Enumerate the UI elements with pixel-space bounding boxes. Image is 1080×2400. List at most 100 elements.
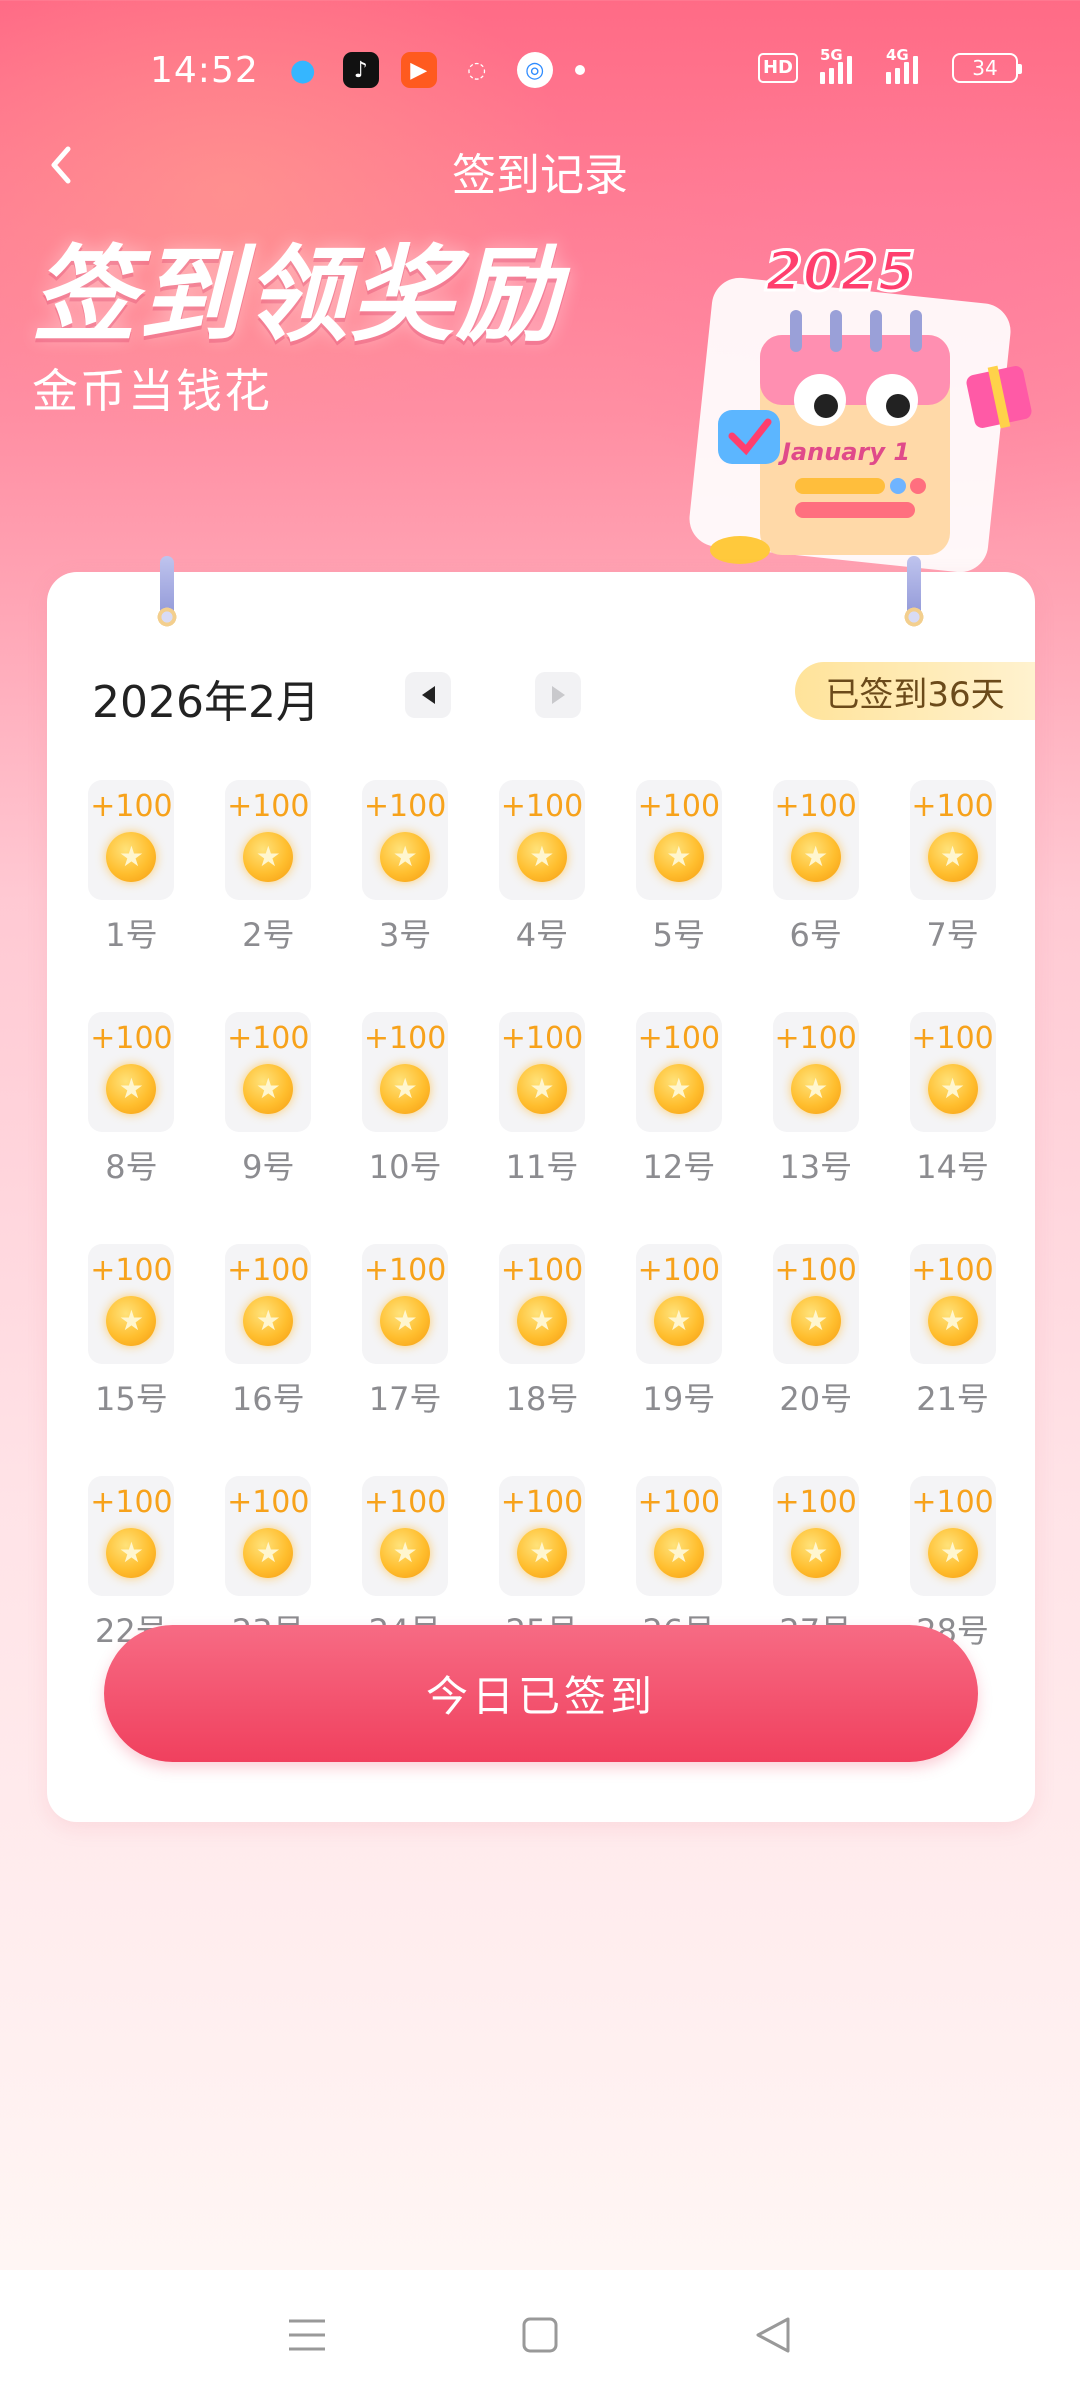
day-reward-box: +100 ★	[909, 1244, 996, 1364]
coin-icon: ★	[653, 832, 704, 882]
day-cell[interactable]: +100 ★ 4号	[474, 780, 611, 956]
reward-amount: +100	[227, 1021, 310, 1056]
day-reward-box: +100 ★	[772, 1476, 859, 1596]
hero-title: 签到领奖励	[32, 234, 563, 356]
reward-amount: +100	[227, 1253, 310, 1288]
day-cell[interactable]: +100 ★ 6号	[747, 780, 884, 956]
day-cell[interactable]: +100 ★ 2号	[200, 780, 337, 956]
reward-amount: +100	[774, 1485, 857, 1520]
reward-amount: +100	[774, 1253, 857, 1288]
menu-button[interactable]	[277, 2305, 337, 2365]
top-nav: 签到记录	[0, 125, 1080, 205]
coin-icon: ★	[106, 832, 157, 882]
reward-amount: +100	[90, 1021, 173, 1056]
day-cell[interactable]: +100 ★ 11号	[474, 1012, 611, 1188]
coin-icon: ★	[380, 1528, 431, 1578]
day-reward-box: +100 ★	[909, 1476, 996, 1596]
day-label: 9号	[242, 1148, 295, 1186]
day-label: 11号	[505, 1148, 579, 1186]
kuaishou-icon: ▶	[400, 52, 437, 88]
caret-right-icon	[551, 686, 565, 704]
status-bar: 14:52 ● ♪ ▶ ◌ ◎ HD 5G 4G 34	[0, 0, 1080, 140]
day-label: 21号	[916, 1380, 989, 1418]
day-cell[interactable]: +100 ★ 9号	[200, 1012, 337, 1188]
day-cell[interactable]: +100 ★ 5号	[610, 780, 747, 956]
coin-icon: ★	[653, 1296, 704, 1346]
back-nav-button[interactable]	[743, 2305, 803, 2365]
page-title: 签到记录	[452, 150, 628, 201]
coin-icon: ★	[516, 832, 567, 882]
reward-amount: +100	[227, 789, 310, 824]
day-cell[interactable]: +100 ★ 18号	[474, 1244, 611, 1420]
day-label: 18号	[505, 1380, 579, 1418]
day-label: 14号	[916, 1148, 989, 1186]
day-reward-box: +100 ★	[635, 1012, 722, 1132]
next-month-button[interactable]	[535, 672, 581, 718]
reward-amount: +100	[90, 1485, 173, 1520]
day-label: 13号	[779, 1148, 853, 1186]
illustration-date: January 1	[778, 438, 910, 466]
qq-icon: ●	[289, 52, 316, 88]
day-cell[interactable]: +100 ★ 20号	[747, 1244, 884, 1420]
coin-icon: ★	[927, 1528, 978, 1578]
day-cell[interactable]: +100 ★ 7号	[884, 780, 1021, 956]
coin-icon: ★	[380, 1296, 431, 1346]
day-label: 2号	[242, 916, 295, 954]
day-label: 15号	[95, 1380, 168, 1418]
day-cell[interactable]: +100 ★ 19号	[610, 1244, 747, 1420]
day-reward-box: +100 ★	[362, 1476, 449, 1596]
day-label: 20号	[779, 1380, 853, 1418]
coin-icon: ★	[790, 832, 841, 882]
day-label: 3号	[378, 916, 432, 954]
reward-amount: +100	[363, 1485, 447, 1520]
reward-amount: +100	[911, 1485, 994, 1520]
reward-amount: +100	[911, 789, 994, 824]
day-reward-box: +100 ★	[88, 1476, 175, 1596]
day-cell[interactable]: +100 ★ 17号	[337, 1244, 474, 1420]
day-label: 19号	[642, 1380, 716, 1418]
day-reward-box: +100 ★	[635, 780, 722, 900]
coin-icon: ★	[790, 1064, 841, 1114]
day-cell[interactable]: +100 ★ 10号	[337, 1012, 474, 1188]
reward-amount: +100	[637, 1253, 721, 1288]
day-label: 16号	[231, 1380, 305, 1418]
home-button[interactable]	[510, 2305, 570, 2365]
coin-icon: ★	[653, 1528, 704, 1578]
day-cell[interactable]: +100 ★ 21号	[884, 1244, 1021, 1420]
coin-icon: ★	[927, 1064, 978, 1114]
day-cell[interactable]: +100 ★ 3号	[337, 780, 474, 956]
day-cell[interactable]: +100 ★ 8号	[63, 1012, 200, 1188]
day-cell[interactable]: +100 ★ 13号	[747, 1012, 884, 1188]
reward-amount: +100	[774, 1021, 857, 1056]
more-notifications-dot	[574, 65, 585, 75]
day-reward-box: +100 ★	[498, 1476, 585, 1596]
reward-amount: +100	[774, 789, 857, 824]
day-cell[interactable]: +100 ★ 1号	[63, 780, 200, 956]
coin-icon: ★	[106, 1296, 157, 1346]
day-label: 8号	[105, 1148, 158, 1186]
coin-icon: ★	[927, 1296, 978, 1346]
notification-icons: ● ♪ ▶ ◌ ◎	[285, 52, 585, 88]
coin-icon: ★	[106, 1064, 157, 1114]
day-reward-box: +100 ★	[772, 1012, 859, 1132]
prev-month-button[interactable]	[405, 672, 451, 718]
coin-icon: ★	[927, 832, 978, 882]
day-reward-box: +100 ★	[88, 1244, 175, 1364]
day-label: 1号	[105, 916, 158, 954]
day-reward-box: +100 ★	[225, 1476, 312, 1596]
coin-icon: ★	[243, 832, 294, 882]
month-label: 2026年2月	[92, 677, 320, 728]
day-reward-box: +100 ★	[635, 1476, 722, 1596]
day-cell[interactable]: +100 ★ 16号	[200, 1244, 337, 1420]
coin-icon: ★	[516, 1064, 567, 1114]
day-cell[interactable]: +100 ★ 15号	[63, 1244, 200, 1420]
day-reward-box: +100 ★	[362, 1244, 449, 1364]
day-label: 12号	[642, 1148, 716, 1186]
day-label: 5号	[652, 916, 706, 954]
day-cell[interactable]: +100 ★ 12号	[610, 1012, 747, 1188]
signed-today-button[interactable]: 今日已签到	[104, 1625, 978, 1762]
day-cell[interactable]: +100 ★ 14号	[884, 1012, 1021, 1188]
reward-amount: +100	[500, 789, 584, 824]
reward-amount: +100	[90, 1253, 173, 1288]
day-reward-box: +100 ★	[498, 1012, 585, 1132]
